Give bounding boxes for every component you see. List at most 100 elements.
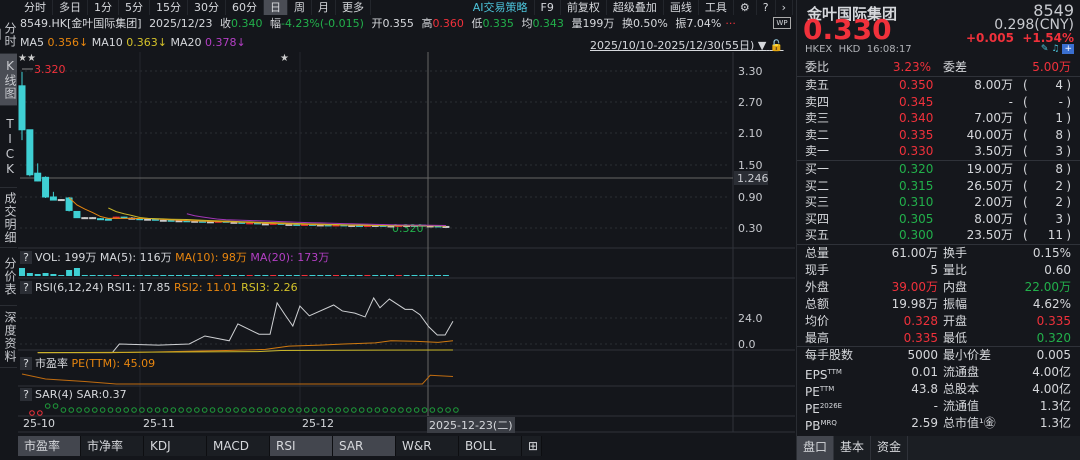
indicator-tab[interactable]: KDJ [144,436,207,456]
level-volume: 8.00万 [974,211,1013,226]
level-volume: 7.00万 [974,111,1013,125]
alert-bell-icon[interactable]: ♫ [1051,44,1059,54]
paren: ) [1066,78,1071,92]
volume-bar [215,275,222,276]
candle-body [442,225,450,228]
level-price: 0.300 [899,228,934,242]
paren: ( [1023,228,1028,242]
pe-title: 市盈率 [35,357,68,370]
level-price: 0.340 [899,111,934,125]
sar-dot [241,407,247,413]
vol-ma10: MA(10): 98万 [175,251,247,264]
stat-value: 19.98万 [891,297,938,311]
sar-dot [303,407,310,413]
edit-icon[interactable]: ✎ [1041,44,1049,54]
add-watchlist-icon[interactable]: + [1062,44,1074,54]
stat-value: 4.62% [1032,297,1071,311]
pe-value: PE(TTM): 45.09 [71,357,156,370]
help-icon[interactable]: ? [20,281,32,294]
pe-line [21,373,453,385]
sar-dot [366,407,373,413]
panel-tab[interactable]: 资金 [871,436,909,460]
volume-bar [89,275,96,276]
y-tick-label: 1.50 [738,159,763,172]
volume-bar [301,275,308,276]
pe-legend: ? 市盈率 PE(TTM): 45.09 [20,357,155,371]
volume-bar [73,268,80,276]
level-volume: 8.00万 [974,78,1013,92]
order-book-row: 买五 0.300 23.50万 (11) [805,227,1073,243]
stat-label: 开盘 [943,314,968,328]
fund-value: 4.00亿 [1032,365,1071,379]
help-icon[interactable]: ? [20,388,32,401]
fund-value: 1.3亿 [1039,416,1071,430]
candle-body [42,176,50,198]
indicator-tab[interactable]: SAR [333,436,396,456]
indicator-tab[interactable]: ⊞ [522,436,542,456]
help-icon[interactable]: ? [20,251,32,264]
candle-body [49,196,57,201]
sar-dot [351,407,357,413]
level-volume: 2.00万 [974,195,1013,209]
order-book-row: 卖三 0.340 7.00万 (1) [805,110,1073,126]
indicator-tab[interactable]: MACD [207,436,270,456]
rsi2-line [37,340,454,354]
vol-ma5: MA(5): 116万 [99,251,172,264]
fund-label: 流通值 [943,399,980,413]
sar-dot [335,407,341,413]
volume-bar [128,275,135,276]
crosshair-value: 1.246 [737,172,769,185]
volume-bar [317,275,324,276]
fundamental-row: PBMRQ 2.59 总市值¹㊎ 1.3亿 [805,415,1073,433]
rsi-tick-label: 24.0 [738,312,763,325]
panel-tab[interactable]: 盘口 [797,436,835,460]
sar-dot [429,407,436,413]
volume-bar [285,275,292,276]
indicator-tab[interactable]: 市净率 [81,436,144,456]
sar-dot [209,407,216,413]
price-change-pct: +1.54% [1022,31,1074,45]
paren: ) [1066,162,1071,176]
date-label: 25-10 [23,417,55,430]
fundamental-row: PE2026E - 流通值 1.3亿 [805,398,1073,416]
stat-row: 现手 5 量比 0.60 [805,262,1073,278]
level-label: 买四 [805,211,830,226]
level-price: 0.305 [899,211,934,226]
indicator-tab[interactable]: RSI [270,436,333,456]
fund-value: 0.01 [911,365,938,379]
stat-value: 0.328 [903,314,938,328]
stat-row: 总量 61.00万 换手 0.15% [805,245,1073,261]
sar-dot [413,407,420,413]
sar-dot [311,407,318,413]
sar-dot [374,407,381,413]
sar-dot [453,407,459,413]
volume-bar [380,275,387,276]
sar-dot [92,407,98,413]
help-icon[interactable]: ? [20,357,32,370]
indicator-tab[interactable]: W&R [396,436,459,456]
candle-body [144,218,152,221]
label: 委比 [805,60,830,74]
volume-bar [144,275,151,276]
candle-body [285,223,293,226]
sar-dot [225,407,232,413]
indicator-tab[interactable]: BOLL [459,436,522,456]
level-count: 8 [1055,127,1063,142]
vol-legend: ? VOL: 199万 MA(5): 116万 MA(10): 98万 MA(20… [20,251,329,265]
rsi-tick-label: 0.0 [738,338,756,351]
sar-dot [272,407,279,413]
stat-value: 39.00万 [891,280,938,294]
volume-bar [435,275,442,276]
sar-dot [52,403,59,409]
volume-bar [411,275,418,276]
level-count: 3 [1055,144,1063,158]
level-label: 卖四 [805,94,830,109]
volume-bar [168,275,175,276]
indicator-tab[interactable]: 市盈率 [18,436,81,456]
stat-value: 22.00万 [1024,280,1071,294]
fund-label: 总股本 [943,382,980,396]
panel-tab[interactable]: 基本 [834,436,872,460]
fund-value: 4.00亿 [1032,382,1071,396]
stat-row: 最高 0.335 最低 0.320 [805,330,1073,346]
sar-dot [146,407,153,413]
